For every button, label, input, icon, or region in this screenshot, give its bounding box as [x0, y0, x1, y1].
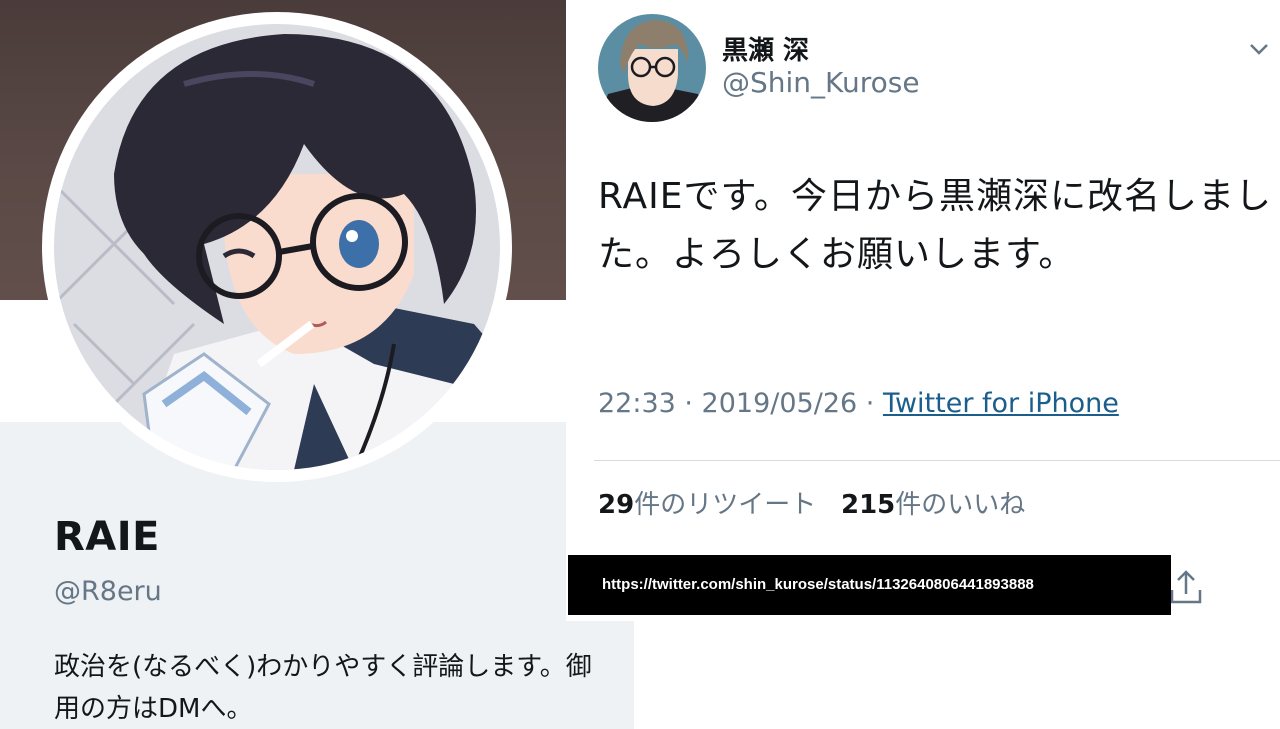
profile-display-name: RAIE [54, 514, 160, 560]
profile-card: RAIE @R8eru 政治を(なるべく)わかりやすく評論します。御用の方はDM… [0, 0, 634, 729]
retweet-stat[interactable]: 29件のリツイート [598, 490, 816, 520]
url-overlay: https://twitter.com/shin_kurose/status/1… [568, 555, 1171, 615]
tweet-card: 黒瀬 深 @Shin_Kurose RAIEです。今日から黒瀬深に改名しました。… [566, 0, 1280, 621]
tweet-author-name[interactable]: 黒瀬 深 [722, 30, 809, 67]
tweet-meta: 22:33 · 2019/05/26 · Twitter for iPhone [598, 388, 1119, 419]
tweet-author-avatar[interactable] [598, 14, 706, 122]
chevron-down-icon[interactable] [1248, 40, 1270, 58]
tweet-author-handle[interactable]: @Shin_Kurose [722, 66, 920, 99]
tweet-client-link[interactable]: Twitter for iPhone [883, 388, 1119, 419]
divider [594, 460, 1280, 461]
profile-bio: 政治を(なるべく)わかりやすく評論します。御用の方はDMへ。 [54, 652, 592, 724]
tweet-text: RAIEです。今日から黒瀬深に改名しました。よろしくお願いします。 [598, 176, 1272, 275]
profile-avatar[interactable] [42, 12, 512, 482]
tweet-stats: 29件のリツイート 215件のいいね [598, 484, 1025, 521]
anime-avatar-illustration [54, 24, 500, 470]
like-stat[interactable]: 215件のいいね [841, 490, 1025, 520]
tweet-timestamp[interactable]: 22:33 · 2019/05/26 · [598, 388, 883, 419]
share-icon[interactable] [1168, 568, 1204, 606]
profile-handle[interactable]: @R8eru [54, 576, 162, 607]
